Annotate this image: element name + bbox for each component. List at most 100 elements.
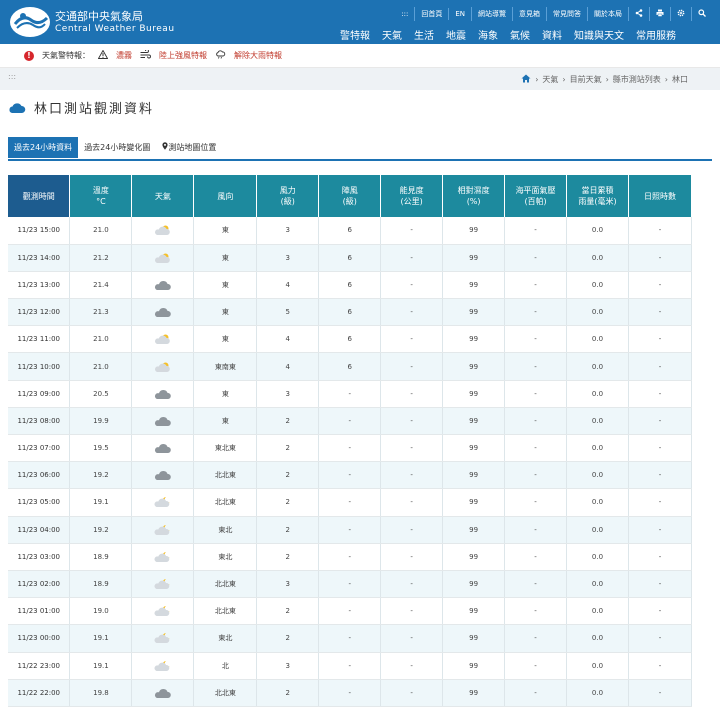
cell-temperature: 19.2 (69, 461, 133, 490)
breadcrumb-weather[interactable]: 天氣 (542, 74, 558, 85)
table-row: 11/23 00:00 19.1 東北 2- -99-0.0- (8, 624, 693, 653)
breadcrumb-station-list[interactable]: 縣市測站列表 (613, 74, 661, 85)
table-row: 11/23 02:00 18.9 北北東 3- -99-0.0- (8, 570, 693, 599)
cell-gust: - (318, 461, 382, 490)
cell-pressure: - (504, 570, 568, 599)
nav-life[interactable]: 生活 (414, 27, 434, 42)
cell-obs-time: 11/23 02:00 (8, 570, 71, 599)
cell-wind-force: 3 (256, 380, 320, 408)
cell-wind-force: 2 (256, 516, 320, 544)
cell-humidity: 99 (442, 352, 506, 381)
nav-weather[interactable]: 天氣 (382, 27, 402, 42)
chevron-right-icon: › (605, 75, 609, 84)
cell-pressure: - (504, 516, 568, 544)
cell-pressure: - (504, 624, 568, 653)
tab-past-24h-chart[interactable]: 過去24小時變化圖 (78, 137, 156, 158)
nav-services[interactable]: 常用服務 (636, 27, 676, 42)
cell-visibility: - (380, 407, 444, 436)
header-obs-time: 觀測時間 (8, 175, 71, 217)
share-icon[interactable] (628, 7, 649, 21)
cell-temperature: 21.4 (69, 271, 133, 300)
cell-rainfall: 0.0 (566, 325, 629, 354)
cell-wind-force: 2 (256, 461, 320, 490)
cell-pressure: - (504, 488, 568, 517)
cell-pressure: - (504, 244, 568, 272)
cell-weather (131, 543, 195, 571)
cell-pressure: - (504, 380, 568, 408)
cell-sunshine: - (628, 624, 693, 653)
nav-warnings[interactable]: 警特報 (340, 27, 370, 42)
alert-label: 天氣警特報： (42, 51, 90, 60)
main-nav: 警特報 天氣 生活 地震 海象 氣候 資料 知識與天文 常用服務 (340, 27, 676, 42)
alert-rain-link[interactable]: 解除大雨特報 (234, 50, 282, 61)
cell-visibility: - (380, 624, 444, 653)
cell-obs-time: 11/23 04:00 (8, 516, 71, 544)
cell-wind-force: 4 (256, 325, 320, 354)
feedback-link[interactable]: 意見箱 (512, 7, 546, 21)
partly-cloudy-day-icon (154, 362, 172, 372)
header-gust: 陣風 (級) (318, 175, 382, 217)
nav-marine[interactable]: 海象 (478, 27, 498, 42)
tab-station-map[interactable]: 測站地圖位置 (156, 137, 222, 158)
cell-obs-time: 11/23 11:00 (8, 325, 71, 354)
cloudy-icon (154, 389, 172, 399)
cell-visibility: - (380, 434, 444, 463)
home-icon[interactable] (521, 74, 531, 85)
site-name[interactable]: 交通部中央氣象局 (55, 10, 143, 23)
page-title: 林口測站觀測資料 (34, 102, 155, 117)
tab-bar: 過去24小時資料 過去24小時變化圖 測站地圖位置 (8, 137, 222, 158)
alert-wind-link[interactable]: 陸上強風特報 (159, 50, 207, 61)
cell-temperature: 20.5 (69, 380, 133, 408)
cell-weather (131, 488, 195, 517)
cell-gust: 6 (318, 217, 382, 245)
header-visibility: 能見度 (公里) (380, 175, 444, 217)
chevron-right-icon: › (535, 75, 539, 84)
cell-weather (131, 380, 195, 408)
nav-earthquake[interactable]: 地震 (446, 27, 466, 42)
cell-wind-force: 2 (256, 679, 320, 707)
alert-fog-link[interactable]: 濃霧 (116, 50, 132, 61)
table-row: 11/23 14:00 21.2 東 3 6-99-0.0- (8, 244, 693, 272)
english-link[interactable]: EN (448, 8, 471, 20)
search-icon[interactable] (691, 7, 712, 21)
cell-wind-direction: 東北 (193, 543, 258, 571)
cell-temperature: 21.0 (69, 217, 133, 245)
tab-station-map-label: 測站地圖位置 (168, 143, 217, 152)
gear-icon[interactable] (670, 7, 691, 21)
nav-knowledge[interactable]: 知識與天文 (574, 27, 624, 42)
cwb-logo-icon[interactable] (9, 6, 51, 38)
cell-sunshine: - (628, 244, 693, 272)
cell-temperature: 19.1 (69, 652, 133, 680)
cell-rainfall: 0.0 (566, 570, 629, 599)
faq-link[interactable]: 常見問答 (546, 7, 587, 21)
cell-wind-force: 2 (256, 624, 320, 653)
cell-visibility: - (380, 488, 444, 517)
cell-visibility: - (380, 679, 444, 707)
accesskey-link[interactable]: ::: (395, 8, 414, 20)
print-icon[interactable] (649, 7, 670, 21)
cloud-icon (9, 102, 26, 113)
cell-gust: - (318, 516, 382, 544)
nav-climate[interactable]: 氣候 (510, 27, 530, 42)
cell-wind-force: 2 (256, 407, 320, 436)
cell-gust: 6 (318, 271, 382, 300)
sitemap-link[interactable]: 網站導覽 (471, 7, 512, 21)
header-wind-force: 風力 (級) (256, 175, 320, 217)
cell-pressure: - (504, 652, 568, 680)
partly-cloudy-night-icon (154, 660, 172, 671)
cell-wind-direction: 東 (193, 407, 258, 436)
cell-visibility: - (380, 652, 444, 680)
cell-temperature: 18.9 (69, 570, 133, 599)
home-link[interactable]: 回首頁 (414, 7, 448, 21)
nav-data[interactable]: 資料 (542, 27, 562, 42)
tab-past-24h-data[interactable]: 過去24小時資料 (8, 137, 79, 158)
accesskey-marker[interactable]: ::: (8, 72, 16, 81)
cell-pressure: - (504, 597, 568, 626)
site-name-en[interactable]: Central Weather Bureau (55, 24, 175, 34)
cell-humidity: 99 (442, 679, 506, 707)
breadcrumb-current-weather[interactable]: 目前天氣 (570, 74, 602, 85)
about-link[interactable]: 關於本局 (587, 7, 628, 21)
cell-rainfall: 0.0 (566, 380, 629, 408)
cell-gust: - (318, 407, 382, 436)
cell-wind-direction: 東 (193, 325, 258, 354)
